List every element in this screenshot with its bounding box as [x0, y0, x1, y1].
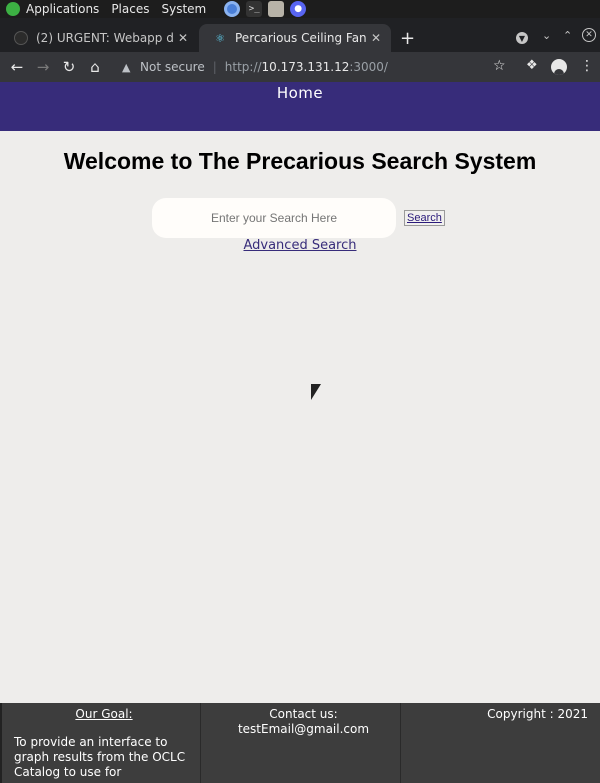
footer-copyright: Copyright : 2021	[400, 703, 600, 783]
search-button[interactable]: Search	[404, 210, 445, 226]
browser-toolbar: ← → ↻ ⌂ ▲ Not secure | http://10.173.131…	[0, 52, 600, 82]
footer-contact: Contact us: testEmail@gmail.com	[200, 703, 400, 783]
reload-icon[interactable]: ↻	[56, 58, 82, 76]
new-tab-icon[interactable]: +	[400, 28, 415, 49]
tab-strip: (2) URGENT: Webapp down ✕ ⚛ Percarious C…	[0, 18, 600, 52]
separator: |	[212, 60, 217, 74]
tab-title: (2) URGENT: Webapp down	[36, 31, 174, 45]
tab-urgent-webapp[interactable]: (2) URGENT: Webapp down ✕	[0, 24, 198, 52]
footer-goal: Our Goal: To provide an interface to gra…	[0, 703, 200, 783]
address-bar[interactable]: ▲ Not secure | http://10.173.131.12:3000…	[112, 55, 522, 79]
close-tab-icon[interactable]: ✕	[367, 31, 385, 45]
tab-search-icon[interactable]: ▼	[516, 32, 528, 44]
home-link[interactable]: Home	[0, 84, 600, 102]
site-header: Home	[0, 82, 600, 131]
url-prefix: http://	[224, 60, 262, 74]
url-suffix: :3000/	[349, 60, 388, 74]
tab-ceiling-fan[interactable]: ⚛ Percarious Ceiling Fan ✕	[199, 24, 391, 52]
gnome-logo-icon[interactable]	[6, 2, 20, 16]
extensions-icon[interactable]: ❖	[526, 58, 538, 73]
copyright-text: Copyright : 2021	[487, 707, 588, 721]
mouse-cursor-icon	[311, 384, 321, 400]
launcher-group: >_ ●	[224, 1, 307, 17]
goal-title: Our Goal:	[75, 707, 133, 721]
security-label[interactable]: Not secure	[140, 60, 205, 74]
search-input[interactable]	[152, 198, 396, 238]
goal-text: To provide an interface to graph results…	[14, 735, 186, 779]
contact-label: Contact us:	[269, 707, 338, 721]
kebab-menu-icon[interactable]: ⋮	[580, 58, 594, 74]
forward-icon[interactable]: →	[30, 58, 56, 76]
url-host: 10.173.131.12	[261, 60, 350, 74]
back-icon[interactable]: ←	[4, 58, 30, 76]
minimize-icon[interactable]: ⌄	[542, 29, 551, 42]
window-close-icon[interactable]: ✕	[582, 28, 596, 42]
menu-places[interactable]: Places	[111, 2, 149, 16]
discord-icon[interactable]: ●	[290, 1, 307, 17]
contact-email: testEmail@gmail.com	[237, 722, 370, 736]
close-tab-icon[interactable]: ✕	[174, 31, 192, 45]
terminal-icon[interactable]: >_	[246, 1, 263, 17]
tab-title: Percarious Ceiling Fan	[235, 31, 367, 45]
page-title: Welcome to The Precarious Search System	[63, 148, 537, 174]
advanced-search-container: Advanced Search	[0, 238, 600, 253]
github-icon	[14, 31, 28, 45]
files-icon[interactable]	[268, 1, 285, 17]
chromium-icon[interactable]	[224, 1, 241, 17]
react-icon: ⚛	[215, 31, 225, 45]
profile-avatar[interactable]	[551, 59, 567, 75]
menu-applications[interactable]: Applications	[26, 2, 99, 16]
warning-icon[interactable]: ▲	[122, 61, 136, 74]
bookmark-star-icon[interactable]: ☆	[493, 58, 506, 74]
home-icon[interactable]: ⌂	[82, 58, 108, 76]
menu-system[interactable]: System	[161, 2, 206, 16]
system-panel: Applications Places System >_ ●	[0, 0, 600, 18]
maximize-icon[interactable]: ⌃	[563, 29, 572, 42]
advanced-search-link[interactable]: Advanced Search	[243, 238, 356, 253]
site-footer: Our Goal: To provide an interface to gra…	[0, 703, 600, 783]
